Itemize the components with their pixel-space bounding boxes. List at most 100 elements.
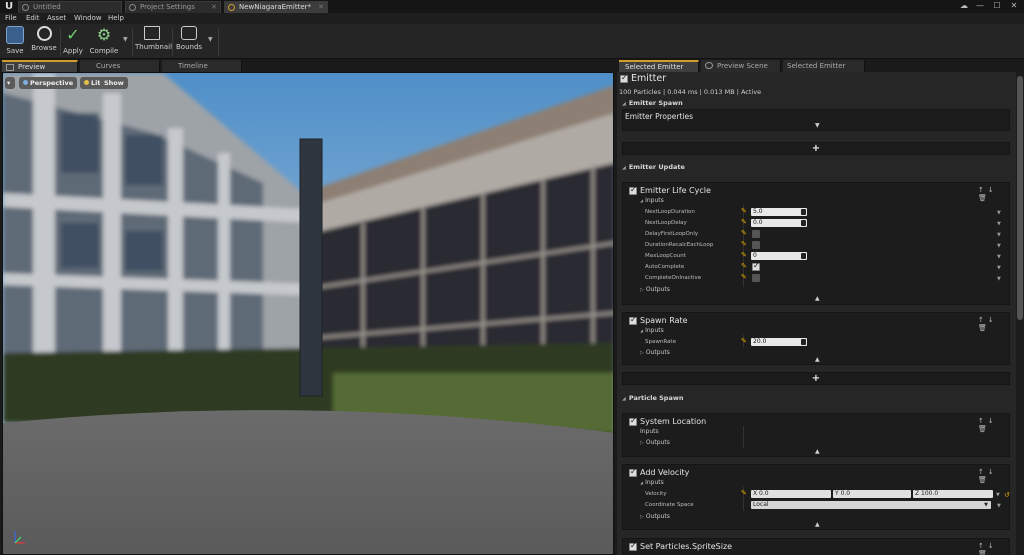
close-tab-icon[interactable]: ✕ xyxy=(211,2,217,13)
thumbnail-button[interactable]: Thumbnail xyxy=(135,26,172,57)
module-enabled-checkbox[interactable] xyxy=(629,416,637,426)
show-button[interactable]: Show xyxy=(100,77,128,89)
tab-preview[interactable]: Preview xyxy=(2,60,78,72)
pencil-icon[interactable]: ✎ xyxy=(741,251,747,259)
emitter-properties-block[interactable]: Emitter Properties ▼ xyxy=(622,109,1010,131)
tab-curves[interactable]: Curves xyxy=(80,60,160,72)
viewport-options-button[interactable]: ▾ xyxy=(5,77,15,89)
module-controls[interactable]: ↑↓🗑 xyxy=(978,468,1009,484)
dropdown-icon[interactable]: ▼ xyxy=(997,265,1001,271)
spawn-rate-field[interactable]: 20.0 xyxy=(751,338,807,346)
velocity-z-field[interactable]: Z 100.0 xyxy=(913,490,993,498)
complete-on-inactive-checkbox[interactable] xyxy=(752,274,760,282)
tab-niagara-emitter[interactable]: NewNiagaraEmitter* ✕ xyxy=(224,1,328,13)
menu-edit[interactable]: Edit xyxy=(26,13,40,24)
emitter-update-section[interactable]: Emitter Update xyxy=(622,163,685,171)
dropdown-icon[interactable]: ▼ xyxy=(997,243,1001,249)
dropdown-icon[interactable]: ▼ xyxy=(997,232,1001,238)
module-controls[interactable]: ↑↓🗑 xyxy=(978,186,1009,202)
menu-window[interactable]: Window xyxy=(74,13,102,24)
save-button[interactable]: Save xyxy=(4,26,26,57)
outputs-group[interactable]: Outputs xyxy=(640,286,670,293)
scrollbar-thumb[interactable] xyxy=(1017,76,1023,320)
velocity-x-field[interactable]: X 0.0 xyxy=(751,490,831,498)
tab-untitled[interactable]: Untitled xyxy=(18,1,122,13)
maximize-button[interactable]: ☐ xyxy=(989,0,1005,12)
tab-project-settings[interactable]: Project Settings ✕ xyxy=(125,1,221,13)
tab-selected-emitter[interactable]: Selected Emitter xyxy=(619,60,699,72)
pencil-icon[interactable]: ✎ xyxy=(741,337,747,345)
menu-file[interactable]: File xyxy=(5,13,17,24)
pencil-icon[interactable]: ✎ xyxy=(741,207,747,215)
preview-viewport[interactable]: ▾ Perspective Lit Show xyxy=(2,72,614,555)
compile-options-dropdown-icon[interactable]: ▼ xyxy=(123,36,128,43)
reset-to-default-icon[interactable]: ↺ xyxy=(1004,491,1010,499)
collapse-icon[interactable]: ▲ xyxy=(815,448,820,455)
expand-icon[interactable]: ▼ xyxy=(815,122,820,129)
dropdown-icon[interactable]: ▼ xyxy=(997,503,1001,509)
compile-button[interactable]: ⚙ Compile xyxy=(88,26,120,57)
spinner-icon[interactable] xyxy=(801,253,806,259)
inputs-group[interactable]: Inputs xyxy=(640,327,664,334)
delay-first-loop-only-checkbox[interactable] xyxy=(752,230,760,238)
emitter-life-cycle-module[interactable]: Emitter Life Cycle ↑↓🗑 Inputs NextLoopDu… xyxy=(622,182,1010,305)
collapse-icon[interactable]: ▲ xyxy=(815,521,820,528)
module-enabled-checkbox[interactable] xyxy=(629,541,637,551)
add-velocity-module[interactable]: Add Velocity ↑↓🗑 Inputs Velocity ✎ X 0.0… xyxy=(622,464,1010,530)
tab-timeline[interactable]: Timeline xyxy=(162,60,242,72)
menu-asset[interactable]: Asset xyxy=(47,13,66,24)
spinner-icon[interactable] xyxy=(801,220,806,226)
apply-button[interactable]: ✓ Apply xyxy=(62,26,84,57)
module-enabled-checkbox[interactable] xyxy=(629,185,637,195)
dropdown-icon[interactable]: ▼ xyxy=(996,492,1000,498)
module-controls[interactable]: ↑↓🗑 xyxy=(978,417,1009,433)
collapse-icon[interactable]: ▲ xyxy=(815,356,820,363)
add-emitter-update-module-button[interactable]: + xyxy=(622,372,1010,385)
pencil-icon[interactable]: ✎ xyxy=(741,262,747,270)
bounds-options-dropdown-icon[interactable]: ▼ xyxy=(208,36,213,43)
spinner-icon[interactable] xyxy=(801,339,806,345)
bounds-button[interactable]: Bounds xyxy=(176,26,202,57)
module-enabled-checkbox[interactable] xyxy=(629,467,637,477)
pencil-icon[interactable]: ✎ xyxy=(741,218,747,226)
particle-spawn-section[interactable]: Particle Spawn xyxy=(622,394,684,402)
emitter-spawn-section[interactable]: Emitter Spawn xyxy=(622,99,683,107)
module-enabled-checkbox[interactable] xyxy=(629,315,637,325)
outputs-group[interactable]: Outputs xyxy=(640,439,670,446)
inputs-group[interactable]: Inputs xyxy=(640,197,664,204)
emitter-enabled-checkbox[interactable] xyxy=(620,73,628,83)
tab-selected-emitter-graph[interactable]: Selected Emitter Grapl xyxy=(783,60,865,82)
inputs-group[interactable]: Inputs xyxy=(640,479,664,486)
inputs-group[interactable]: Inputs xyxy=(640,428,659,435)
details-scrollbar[interactable] xyxy=(1016,72,1024,555)
browse-button[interactable]: Browse xyxy=(30,26,58,57)
minimize-button[interactable]: — xyxy=(972,0,988,12)
tab-preview-scene-settings[interactable]: Preview Scene Sett xyxy=(701,60,781,82)
module-controls[interactable]: ↑↓🗑 xyxy=(978,316,1009,332)
duration-recalc-each-loop-checkbox[interactable] xyxy=(752,241,760,249)
dropdown-icon[interactable]: ▼ xyxy=(997,221,1001,227)
dropdown-icon[interactable]: ▼ xyxy=(997,276,1001,282)
spinner-icon[interactable] xyxy=(801,209,806,215)
collapse-icon[interactable]: ▲ xyxy=(815,295,820,302)
spawn-rate-module[interactable]: Spawn Rate ↑↓🗑 Inputs SpawnRate ✎ 20.0 O… xyxy=(622,312,1010,365)
close-tab-icon[interactable]: ✕ xyxy=(318,2,324,13)
next-loop-delay-field[interactable]: 0.0 xyxy=(751,219,807,227)
pencil-icon[interactable]: ✎ xyxy=(741,240,747,248)
outputs-group[interactable]: Outputs xyxy=(640,513,670,520)
set-sprite-size-module[interactable]: Set Particles.SpriteSize ↑↓🗑 xyxy=(622,538,1010,555)
close-button[interactable]: ✕ xyxy=(1006,0,1022,12)
perspective-button[interactable]: Perspective xyxy=(19,77,78,89)
help-icon[interactable]: ☁ xyxy=(956,0,972,12)
dropdown-icon[interactable]: ▼ xyxy=(997,254,1001,260)
max-loop-count-field[interactable]: 0 xyxy=(751,252,807,260)
system-location-module[interactable]: System Location ↑↓🗑 Inputs Outputs ▲ xyxy=(622,413,1010,457)
coordinate-space-select[interactable]: Local ▼ xyxy=(751,501,991,509)
pencil-icon[interactable]: ✎ xyxy=(741,489,747,497)
auto-complete-checkbox[interactable] xyxy=(752,261,760,271)
next-loop-duration-field[interactable]: 5.0 xyxy=(751,208,807,216)
pencil-icon[interactable]: ✎ xyxy=(741,229,747,237)
unreal-logo-icon[interactable]: U xyxy=(2,0,16,13)
add-emitter-spawn-module-button[interactable]: + xyxy=(622,142,1010,155)
menu-help[interactable]: Help xyxy=(108,13,124,24)
